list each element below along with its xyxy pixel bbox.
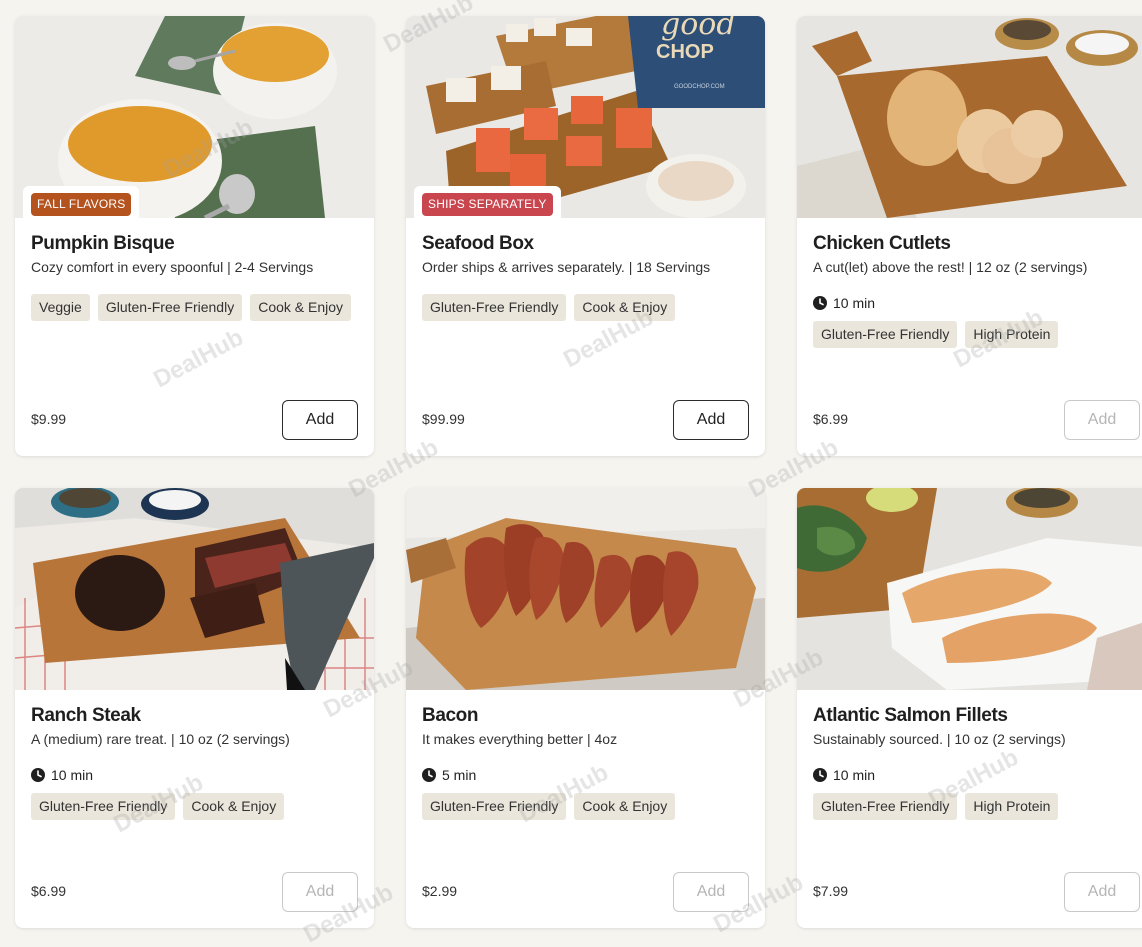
product-description: It makes everything better | 4oz [422, 731, 618, 747]
product-photo-chicken-cutlets[interactable] [797, 16, 1142, 218]
add-button[interactable]: Add [673, 400, 749, 440]
tag-cook-and-enjoy: Cook & Enjoy [183, 793, 285, 820]
tag-cook-and-enjoy: Cook & Enjoy [250, 294, 352, 321]
product-price: $6.99 [31, 883, 67, 899]
product-price: $7.99 [813, 883, 849, 899]
prep-time: 10 min [31, 767, 358, 783]
product-photo-bacon[interactable] [406, 488, 765, 690]
promo-badge-container: SHIPS SEPARATELY [414, 186, 561, 218]
product-title: Pumpkin Bisque [31, 233, 175, 254]
product-photo-atlantic-salmon-fillets[interactable] [797, 488, 1142, 690]
prep-time: 5 min [422, 767, 749, 783]
add-button[interactable]: Add [282, 400, 358, 440]
prep-time: 10 min [813, 767, 1140, 783]
promo-badge: SHIPS SEPARATELY [422, 193, 553, 216]
product-card-bacon[interactable]: Bacon It makes everything better | 4oz 5… [406, 488, 765, 928]
promo-badge-container: FALL FLAVORS [23, 186, 140, 218]
brand-text-chop: CHOP [656, 41, 714, 63]
add-button[interactable]: Add [282, 872, 358, 912]
product-tags: Gluten-Free Friendly Cook & Enjoy [422, 294, 749, 321]
prep-time-label: 10 min [51, 767, 94, 783]
product-photo-seafood-box[interactable]: good CHOP GOODCHOP.COM SHIPS SEPARATELY [406, 16, 765, 218]
product-description: A (medium) rare treat. | 10 oz (2 servin… [31, 731, 290, 747]
brand-site: GOODCHOP.COM [674, 84, 725, 90]
product-description: Cozy comfort in every spoonful | 2-4 Ser… [31, 259, 314, 275]
tag-veggie: Veggie [31, 294, 90, 321]
product-title: Ranch Steak [31, 705, 141, 726]
tag-gluten-free-friendly: Gluten-Free Friendly [97, 294, 243, 321]
product-description: A cut(let) above the rest! | 12 oz (2 se… [813, 259, 1088, 275]
product-price: $2.99 [422, 883, 458, 899]
product-card-atlantic-salmon-fillets[interactable]: Atlantic Salmon Fillets Sustainably sour… [797, 488, 1142, 928]
product-tags: Gluten-Free Friendly High Protein [813, 321, 1140, 348]
tag-gluten-free-friendly: Gluten-Free Friendly [813, 793, 958, 820]
clock-icon [813, 768, 827, 782]
prep-time-label: 10 min [833, 767, 876, 783]
product-title: Bacon [422, 705, 479, 726]
tag-cook-and-enjoy: Cook & Enjoy [574, 793, 676, 820]
tag-gluten-free-friendly: Gluten-Free Friendly [31, 793, 176, 820]
tag-gluten-free-friendly: Gluten-Free Friendly [422, 793, 567, 820]
product-tags: Gluten-Free Friendly Cook & Enjoy [31, 793, 358, 820]
add-button[interactable]: Add [673, 872, 749, 912]
brand-text-good: good [661, 16, 736, 42]
prep-time-label: 10 min [833, 295, 876, 311]
product-photo-pumpkin-bisque[interactable]: FALL FLAVORS [15, 16, 374, 218]
product-title: Chicken Cutlets [813, 233, 951, 254]
clock-icon [31, 768, 45, 782]
product-card-seafood-box[interactable]: good CHOP GOODCHOP.COM SHIPS SEPARATELY … [406, 16, 765, 456]
tag-cook-and-enjoy: Cook & Enjoy [574, 294, 676, 321]
prep-time: 10 min [813, 295, 1140, 311]
product-title: Atlantic Salmon Fillets [813, 705, 1008, 726]
product-tags: Veggie Gluten-Free Friendly Cook & Enjoy [31, 294, 358, 321]
tag-high-protein: High Protein [965, 793, 1059, 820]
clock-icon [422, 768, 436, 782]
add-button[interactable]: Add [1064, 872, 1140, 912]
promo-badge: FALL FLAVORS [31, 193, 132, 216]
product-grid: FALL FLAVORS Pumpkin Bisque Cozy comfort… [15, 16, 1142, 928]
product-card-chicken-cutlets[interactable]: Chicken Cutlets A cut(let) above the res… [797, 16, 1142, 456]
product-price: $99.99 [422, 411, 465, 427]
add-button[interactable]: Add [1064, 400, 1140, 440]
clock-icon [813, 296, 827, 310]
prep-time-label: 5 min [442, 767, 477, 783]
product-card-ranch-steak[interactable]: Ranch Steak A (medium) rare treat. | 10 … [15, 488, 374, 928]
product-photo-ranch-steak[interactable] [15, 488, 374, 690]
product-tags: Gluten-Free Friendly Cook & Enjoy [422, 793, 749, 820]
product-price: $6.99 [813, 411, 849, 427]
tag-gluten-free-friendly: Gluten-Free Friendly [813, 321, 958, 348]
product-tags: Gluten-Free Friendly High Protein [813, 793, 1140, 820]
product-description: Order ships & arrives separately. | 18 S… [422, 259, 711, 275]
product-title: Seafood Box [422, 233, 534, 254]
product-price: $9.99 [31, 411, 67, 427]
product-card-pumpkin-bisque[interactable]: FALL FLAVORS Pumpkin Bisque Cozy comfort… [15, 16, 374, 456]
tag-gluten-free-friendly: Gluten-Free Friendly [422, 294, 567, 321]
product-description: Sustainably sourced. | 10 oz (2 servings… [813, 731, 1066, 747]
tag-high-protein: High Protein [965, 321, 1059, 348]
